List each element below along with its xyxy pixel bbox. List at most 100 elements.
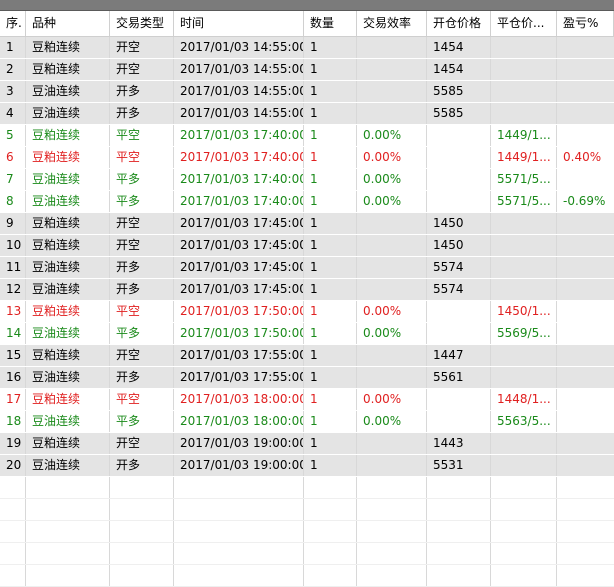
table-row[interactable]: 2 豆粕连续 开空 2017/01/03 14:55:00 1 1454 — [0, 59, 614, 81]
empty-row — [0, 477, 614, 499]
table-row[interactable]: 1 豆粕连续 开空 2017/01/03 14:55:00 1 1454 — [0, 37, 614, 59]
empty-cell — [304, 521, 357, 542]
empty-cell — [26, 521, 110, 542]
col-header-quantity[interactable]: 数量 — [304, 11, 357, 36]
cell-variety: 豆油连续 — [26, 323, 110, 344]
empty-cell — [110, 521, 174, 542]
col-header-efficiency[interactable]: 交易效率 — [357, 11, 427, 36]
table-row[interactable]: 9 豆粕连续 开空 2017/01/03 17:45:00 1 1450 — [0, 213, 614, 235]
table-row[interactable]: 20 豆油连续 开多 2017/01/03 19:00:00 1 5531 — [0, 455, 614, 477]
cell-open-price: 1450 — [427, 213, 491, 234]
empty-cell — [491, 477, 557, 498]
cell-index: 13 — [0, 301, 26, 322]
table-row[interactable]: 12 豆油连续 开多 2017/01/03 17:45:00 1 5574 — [0, 279, 614, 301]
table-row[interactable]: 19 豆粕连续 开空 2017/01/03 19:00:00 1 1443 — [0, 433, 614, 455]
cell-profit-loss — [557, 257, 614, 278]
cell-close-price: 1449/1... — [491, 125, 557, 146]
empty-row — [0, 521, 614, 543]
cell-profit-loss — [557, 213, 614, 234]
cell-profit-loss — [557, 345, 614, 366]
cell-profit-loss — [557, 279, 614, 300]
cell-quantity: 1 — [304, 125, 357, 146]
cell-open-price — [427, 323, 491, 344]
cell-index: 1 — [0, 37, 26, 58]
cell-profit-loss: 0.40% — [563, 150, 602, 164]
table-row[interactable]: 4 豆油连续 开多 2017/01/03 14:55:00 1 5585 — [0, 103, 614, 125]
cell-trade-type: 开空 — [110, 235, 174, 256]
table-row[interactable]: 14 豆油连续 平多 2017/01/03 17:50:00 1 0.00% 5569/5.… — [0, 323, 614, 345]
cell-variety: 豆粕连续 — [26, 59, 110, 80]
cell-variety: 豆粕连续 — [26, 235, 110, 256]
cell-quantity: 1 — [304, 301, 357, 322]
empty-cell — [557, 565, 614, 586]
cell-variety: 豆油连续 — [26, 103, 110, 124]
cell-open-price: 1454 — [427, 37, 491, 58]
empty-cell — [110, 543, 174, 564]
table-row[interactable]: 3 豆油连续 开多 2017/01/03 14:55:00 1 5585 — [0, 81, 614, 103]
col-header-close-price[interactable]: 平仓价... — [491, 11, 557, 36]
cell-efficiency — [357, 37, 427, 58]
cell-close-price: 5571/5... — [491, 169, 557, 190]
cell-profit-loss — [557, 169, 614, 190]
col-header-trade-type[interactable]: 交易类型 — [110, 11, 174, 36]
cell-quantity: 1 — [304, 147, 357, 168]
empty-cell — [427, 499, 491, 520]
table-row[interactable]: 7 豆油连续 平多 2017/01/03 17:40:00 1 0.00% 5571/5..… — [0, 169, 614, 191]
table-body: 1 豆粕连续 开空 2017/01/03 14:55:00 1 1454 2 豆粕连续 开空 20… — [0, 37, 614, 587]
table-row[interactable]: 15 豆粕连续 开空 2017/01/03 17:55:00 1 1447 — [0, 345, 614, 367]
cell-close-price — [491, 367, 557, 388]
cell-close-price: 1450/1... — [491, 301, 557, 322]
cell-efficiency: 0.00% — [357, 147, 427, 168]
empty-cell — [304, 543, 357, 564]
table-row[interactable]: 5 豆粕连续 平空 2017/01/03 17:40:00 1 0.00% 1449/1..… — [0, 125, 614, 147]
cell-efficiency: 0.00% — [357, 411, 427, 432]
cell-quantity: 1 — [304, 37, 357, 58]
cell-variety: 豆油连续 — [26, 81, 110, 102]
cell-close-price — [491, 433, 557, 454]
col-header-time[interactable]: 时间 — [174, 11, 304, 36]
cell-time: 2017/01/03 17:40:00 — [174, 125, 304, 146]
cell-open-price — [427, 147, 491, 168]
table-row[interactable]: 16 豆油连续 开多 2017/01/03 17:55:00 1 5561 — [0, 367, 614, 389]
cell-time: 2017/01/03 17:55:00 — [174, 345, 304, 366]
col-header-variety[interactable]: 品种 — [26, 11, 110, 36]
table-row[interactable]: 17 豆粕连续 平空 2017/01/03 18:00:00 1 0.00% 1448/1.… — [0, 389, 614, 411]
empty-cell — [0, 565, 26, 586]
cell-efficiency: 0.00% — [357, 301, 427, 322]
cell-close-price — [491, 455, 557, 476]
cell-open-price: 5531 — [427, 455, 491, 476]
col-header-profit-loss[interactable]: 盈亏% — [557, 11, 614, 36]
empty-cell — [427, 565, 491, 586]
col-header-open-price[interactable]: 开仓价格 — [427, 11, 491, 36]
table-row[interactable]: 18 豆油连续 平多 2017/01/03 18:00:00 1 0.00% 5563/5.… — [0, 411, 614, 433]
empty-cell — [0, 521, 26, 542]
table-header: 序. 品种 交易类型 时间 数量 交易效率 开仓价格 平仓价... 盈亏% — [0, 11, 614, 37]
cell-profit-loss — [557, 235, 614, 256]
empty-cell — [427, 543, 491, 564]
cell-open-price: 5585 — [427, 103, 491, 124]
table-row[interactable]: 8 豆油连续 平多 2017/01/03 17:40:00 1 0.00% 5571/5..… — [0, 191, 614, 213]
table-row[interactable]: 10 豆粕连续 开空 2017/01/03 17:45:00 1 1450 — [0, 235, 614, 257]
cell-open-price — [427, 125, 491, 146]
cell-efficiency: 0.00% — [357, 125, 427, 146]
col-header-index[interactable]: 序. — [0, 11, 26, 36]
cell-close-price — [491, 81, 557, 102]
table-row[interactable]: 11 豆油连续 开多 2017/01/03 17:45:00 1 5574 — [0, 257, 614, 279]
cell-index: 14 — [0, 323, 26, 344]
cell-trade-type: 开多 — [110, 81, 174, 102]
cell-trade-type: 平多 — [110, 323, 174, 344]
cell-time: 2017/01/03 17:45:00 — [174, 257, 304, 278]
table-row[interactable]: 13 豆粕连续 平空 2017/01/03 17:50:00 1 0.00% 1450/1.… — [0, 301, 614, 323]
cell-trade-type: 平多 — [110, 191, 174, 212]
table-row[interactable]: 6 豆粕连续 平空 2017/01/03 17:40:00 1 0.00% 1449/1..… — [0, 147, 614, 169]
cell-time: 2017/01/03 18:00:00 — [174, 389, 304, 410]
cell-profit-loss — [557, 103, 614, 124]
cell-efficiency — [357, 455, 427, 476]
cell-index: 19 — [0, 433, 26, 454]
cell-close-price — [491, 279, 557, 300]
cell-close-price — [491, 213, 557, 234]
cell-index: 10 — [0, 235, 26, 256]
cell-efficiency — [357, 81, 427, 102]
cell-profit-loss — [557, 301, 614, 322]
cell-open-price: 1450 — [427, 235, 491, 256]
